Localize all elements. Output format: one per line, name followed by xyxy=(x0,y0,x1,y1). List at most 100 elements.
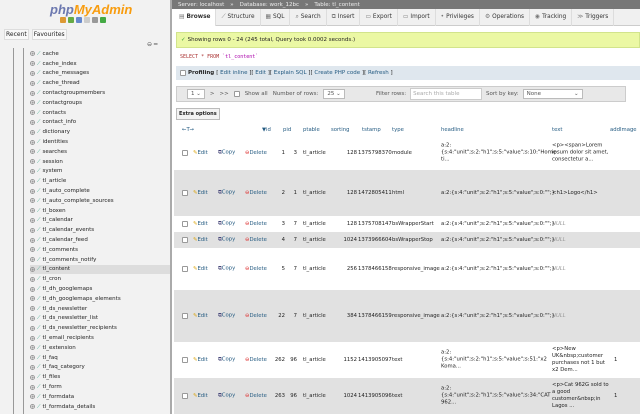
sidebar-table-item[interactable]: + ⟋ tl_content xyxy=(30,264,170,275)
filter-input[interactable]: Search this table xyxy=(410,88,483,100)
copy-button[interactable]: ⧉Copy xyxy=(218,221,235,228)
sidebar-table-item[interactable]: + ⟋ tl_form xyxy=(30,382,170,392)
expand-icon[interactable]: + xyxy=(30,110,35,116)
edit-button[interactable]: ✎Edit xyxy=(193,190,208,196)
expand-icon[interactable]: + xyxy=(30,159,35,165)
table-name[interactable]: cache_index xyxy=(43,61,77,67)
copy-button[interactable]: ⧉Copy xyxy=(218,237,235,244)
extra-options-button[interactable]: Extra options xyxy=(176,108,220,120)
table-name[interactable]: tl_formdata xyxy=(43,394,75,400)
row-checkbox[interactable] xyxy=(182,313,188,319)
row-checkbox[interactable] xyxy=(182,266,188,272)
show-all-checkbox[interactable] xyxy=(233,91,240,97)
row-checkbox[interactable] xyxy=(182,150,188,156)
expand-icon[interactable]: + xyxy=(30,404,35,410)
tab-insert[interactable]: ⧉ Insert xyxy=(327,8,361,26)
table-name[interactable]: contacts xyxy=(43,110,66,116)
sidebar-table-item[interactable]: + ⟋ tl_comments_notify xyxy=(30,255,170,265)
table-name[interactable]: system xyxy=(43,168,63,174)
tab-privileges[interactable]: • Privileges xyxy=(436,8,480,26)
expand-icon[interactable]: + xyxy=(30,217,35,223)
sidebar-table-item[interactable]: + ⟋ system xyxy=(30,167,170,177)
tab-structure[interactable]: ⟋ Structure xyxy=(216,8,261,26)
row-checkbox[interactable] xyxy=(182,237,188,243)
expand-icon[interactable]: + xyxy=(30,325,35,331)
expand-icon[interactable]: + xyxy=(30,364,35,370)
table-name[interactable]: tl_ds_newsletter_list xyxy=(43,315,98,321)
expand-icon[interactable]: + xyxy=(30,247,35,253)
table-name[interactable]: cache_messages xyxy=(43,70,90,76)
expand-icon[interactable]: + xyxy=(30,335,35,341)
table-name[interactable]: tl_email_recipients xyxy=(43,335,94,341)
edit-button[interactable]: ✎Edit xyxy=(193,221,208,227)
table-name[interactable]: identities xyxy=(43,139,69,145)
favourites-tab[interactable]: Favourites xyxy=(31,29,67,40)
table-name[interactable]: tl_auto_complete_sources xyxy=(43,198,114,204)
table-name[interactable]: tl_cron xyxy=(43,276,61,282)
table-name[interactable]: tl_dh_googlemaps xyxy=(43,286,93,292)
expand-icon[interactable]: + xyxy=(30,90,35,96)
reload-icon[interactable] xyxy=(100,17,106,23)
copy-button[interactable]: ⧉Copy xyxy=(218,393,235,400)
row-checkbox[interactable] xyxy=(182,190,188,196)
sidebar-table-item[interactable]: + ⟋ tl_formdata xyxy=(30,392,170,402)
sidebar-table-item[interactable]: + ⟋ cache xyxy=(30,49,170,59)
sidebar-table-item[interactable]: + ⟋ contacts xyxy=(30,108,170,118)
phpmyadmin-logo[interactable]: phpMyAdmin xyxy=(50,2,132,17)
recent-tab[interactable]: Recent xyxy=(4,29,29,40)
expand-icon[interactable]: + xyxy=(30,315,35,321)
expand-icon[interactable]: + xyxy=(30,51,35,57)
tab-operations[interactable]: ⚙ Operations xyxy=(480,8,531,26)
column-header-tstamp[interactable]: tstamp xyxy=(362,127,381,133)
sidebar-table-item[interactable]: + ⟋ searches xyxy=(30,147,170,157)
home-icon[interactable] xyxy=(60,17,66,23)
row-checkbox[interactable] xyxy=(182,221,188,227)
column-header-addImage[interactable]: addImage xyxy=(610,127,637,133)
table-name[interactable]: contactgroupmembers xyxy=(43,90,106,96)
breadcrumb-database[interactable]: Database: work_12bc xyxy=(240,2,299,8)
table-name[interactable]: dictionary xyxy=(43,129,70,135)
edit-button[interactable]: ✎Edit xyxy=(193,150,208,156)
delete-button[interactable]: ⊖Delete xyxy=(245,357,267,363)
table-name[interactable]: tl_calendar_events xyxy=(43,227,95,233)
edit-button[interactable]: ✎Edit xyxy=(193,266,208,272)
settings-icon[interactable] xyxy=(92,17,98,23)
table-name[interactable]: tl_form xyxy=(43,384,62,390)
sidebar-table-item[interactable]: + ⟋ tl_article xyxy=(30,176,170,186)
expand-icon[interactable]: + xyxy=(30,296,35,302)
profiling-link-3[interactable]: Create PHP code xyxy=(314,70,360,76)
expand-icon[interactable]: + xyxy=(30,374,35,380)
column-header-ptable[interactable]: ptable xyxy=(303,127,320,133)
column-header-type[interactable]: type xyxy=(392,127,404,133)
copy-button[interactable]: ⧉Copy xyxy=(218,266,235,273)
expand-icon[interactable]: + xyxy=(30,286,35,292)
exit-icon[interactable] xyxy=(68,17,74,23)
sort-select[interactable]: None ⌄ xyxy=(522,89,583,99)
delete-button[interactable]: ⊖Delete xyxy=(245,150,267,156)
expand-icon[interactable]: + xyxy=(30,100,35,106)
table-name[interactable]: tl_extension xyxy=(43,345,76,351)
column-header-sorting[interactable]: sorting xyxy=(331,127,349,133)
copy-button[interactable]: ⧉Copy xyxy=(218,357,235,364)
tab-search[interactable]: ⌕ Search xyxy=(290,8,327,26)
table-name[interactable]: cache xyxy=(43,51,59,57)
sidebar-table-item[interactable]: + ⟋ tl_ds_newsletter xyxy=(30,304,170,314)
sidebar-table-item[interactable]: + ⟋ session xyxy=(30,157,170,167)
expand-icon[interactable]: + xyxy=(30,80,35,86)
table-name[interactable]: tl_comments_notify xyxy=(43,257,97,263)
edit-button[interactable]: ✎Edit xyxy=(193,393,208,399)
column-header-pid[interactable]: pid xyxy=(283,127,291,133)
table-name[interactable]: contact_info xyxy=(43,119,77,125)
rows-select[interactable]: 25 ⌄ xyxy=(323,89,345,99)
expand-icon[interactable]: + xyxy=(30,70,35,76)
expand-icon[interactable]: + xyxy=(30,257,35,263)
copy-button[interactable]: ⧉Copy xyxy=(218,150,235,157)
expand-icon[interactable]: + xyxy=(30,394,35,400)
expand-icon[interactable]: + xyxy=(30,149,35,155)
expand-icon[interactable]: + xyxy=(30,227,35,233)
expand-icon[interactable]: + xyxy=(30,355,35,361)
expand-icon[interactable]: + xyxy=(30,198,35,204)
delete-button[interactable]: ⊖Delete xyxy=(245,393,267,399)
table-name[interactable]: tl_faq_category xyxy=(43,364,85,370)
tab-tracking[interactable]: ◉ Tracking xyxy=(530,8,573,26)
